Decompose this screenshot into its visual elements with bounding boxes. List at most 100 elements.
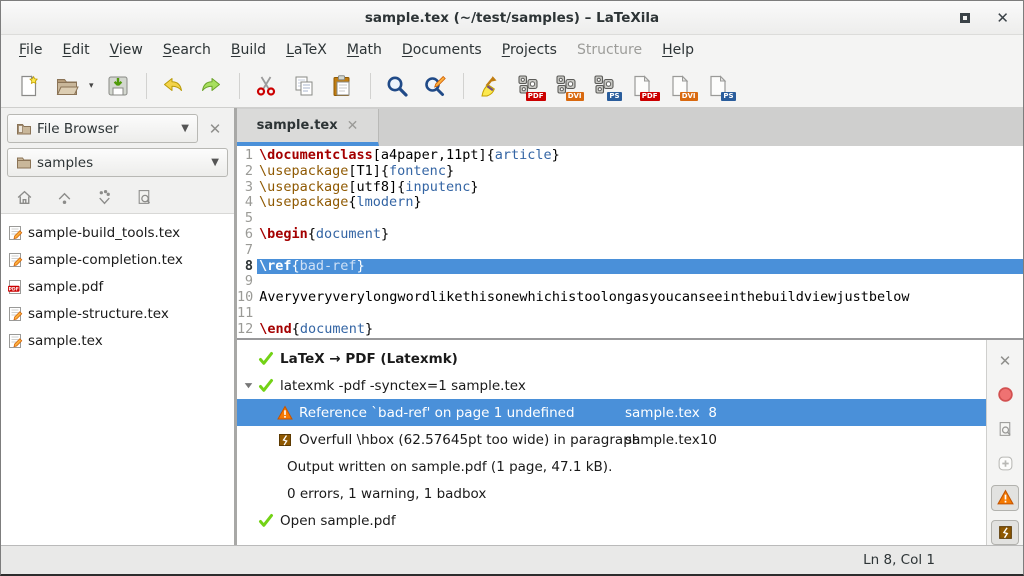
cut-button[interactable] — [248, 69, 284, 103]
menu-item-edit[interactable]: Edit — [52, 37, 99, 63]
code-line[interactable]: 7 — [237, 243, 1023, 259]
code-text: \usepackage[T1]{fontenc} — [257, 164, 1023, 180]
view-dvi-button[interactable]: DVI — [662, 69, 698, 103]
code-text — [257, 274, 1023, 290]
code-line[interactable]: 5 — [237, 211, 1023, 227]
build-message-row[interactable]: latexmk -pdf -synctex=1 sample.tex — [237, 372, 986, 399]
show-details-button[interactable] — [991, 417, 1019, 442]
build-message-text: latexmk -pdf -synctex=1 sample.tex — [280, 378, 526, 394]
build-message-row[interactable]: Overfull \hbox (62.57645pt too wide) in … — [237, 426, 986, 453]
code-line[interactable]: 9 — [237, 274, 1023, 290]
tex-file-icon — [7, 333, 23, 349]
file-browser-toolbar — [1, 181, 234, 213]
close-side-panel-button[interactable]: ✕ — [202, 116, 228, 142]
show-warnings-toggle[interactable] — [991, 485, 1019, 510]
code-line[interactable]: 8\ref{bad-ref} — [237, 259, 1023, 275]
cursor-position: Ln 8, Col 1 — [863, 552, 935, 568]
errors-icon — [997, 455, 1014, 472]
search-button[interactable] — [379, 69, 415, 103]
menubar: FileEditViewSearchBuildLaTeXMathDocument… — [1, 35, 1023, 65]
build-message-row[interactable]: Reference `bad-ref' on page 1 undefineds… — [237, 399, 986, 426]
file-name: sample-build_tools.tex — [28, 225, 180, 241]
build-message-row[interactable]: 0 errors, 1 warning, 1 badbox — [237, 480, 986, 507]
file-item[interactable]: sample-build_tools.tex — [1, 219, 234, 246]
menu-item-build[interactable]: Build — [221, 37, 276, 63]
code-line[interactable]: 12\end{document} — [237, 322, 1023, 338]
build-message-row[interactable]: Open sample.pdf — [237, 507, 986, 534]
view-pdf-badge: PDF — [640, 92, 660, 101]
expander-icon[interactable] — [243, 380, 258, 391]
build-latex-to-ps-button[interactable]: PS — [586, 69, 622, 103]
clean-build-files-button[interactable] — [472, 69, 508, 103]
code-text — [257, 306, 1023, 322]
code-line[interactable]: 2\usepackage[T1]{fontenc} — [237, 164, 1023, 180]
menu-item-documents[interactable]: Documents — [392, 37, 492, 63]
open-icon — [55, 74, 79, 98]
paste-button[interactable] — [324, 69, 360, 103]
code-line[interactable]: 10Averyveryverylongwordlikethisonewhichi… — [237, 290, 1023, 306]
maximize-icon[interactable] — [960, 13, 970, 23]
statusbar: Ln 8, Col 1 — [1, 545, 1023, 574]
code-text — [257, 243, 1023, 259]
build-latex-to-pdf-button[interactable]: PDF — [510, 69, 546, 103]
close-build-view-button[interactable]: ✕ — [991, 348, 1019, 373]
build-message-row[interactable]: LaTeX → PDF (Latexmk) — [237, 345, 986, 372]
show-badboxes-toggle[interactable] — [991, 520, 1019, 545]
build-latex-to-dvi-button[interactable]: DVI — [548, 69, 584, 103]
menu-item-file[interactable]: File — [9, 37, 52, 63]
check-icon — [258, 378, 275, 394]
code-text: \usepackage{lmodern} — [257, 195, 1023, 211]
open-dropdown-arrow[interactable]: ▾ — [89, 81, 94, 91]
undo-button[interactable] — [155, 69, 191, 103]
new-document-button[interactable] — [11, 69, 47, 103]
tab-sample-tex[interactable]: sample.tex ✕ — [237, 109, 379, 146]
view-pdf-button[interactable]: PDF — [624, 69, 660, 103]
menu-item-view[interactable]: View — [100, 37, 153, 63]
menu-item-structure: Structure — [567, 37, 652, 63]
close-window-icon[interactable]: ✕ — [996, 13, 1009, 23]
code-line[interactable]: 3\usepackage[utf8]{inputenc} — [237, 180, 1023, 196]
code-editor[interactable]: 1\documentclass[a4paper,11pt]{article}2\… — [237, 146, 1023, 338]
home-button[interactable] — [11, 185, 37, 209]
tex-file-icon — [7, 225, 23, 241]
line-number: 5 — [237, 211, 257, 227]
view-ps-button[interactable]: PS — [700, 69, 736, 103]
menu-item-search[interactable]: Search — [153, 37, 221, 63]
refresh-button[interactable] — [131, 185, 157, 209]
find-icon — [385, 74, 409, 98]
file-item[interactable]: PDFsample.pdf — [1, 273, 234, 300]
code-line[interactable]: 4\usepackage{lmodern} — [237, 195, 1023, 211]
build-message-text: LaTeX → PDF (Latexmk) — [280, 351, 458, 367]
show-errors-toggle[interactable] — [991, 451, 1019, 476]
file-item[interactable]: sample-completion.tex — [1, 246, 234, 273]
search-and-replace-button[interactable] — [417, 69, 453, 103]
directory-selector[interactable]: samples ▼ — [7, 148, 228, 177]
code-line[interactable]: 1\documentclass[a4paper,11pt]{article} — [237, 148, 1023, 164]
open-document-button[interactable] — [49, 69, 85, 103]
file-item[interactable]: sample-structure.tex — [1, 300, 234, 327]
menu-item-help[interactable]: Help — [652, 37, 704, 63]
active-document-directory-button[interactable] — [91, 185, 117, 209]
tab-close-icon[interactable]: ✕ — [347, 118, 359, 134]
new-icon — [17, 74, 41, 98]
copy-button[interactable] — [286, 69, 322, 103]
arrow-down-dots-icon — [96, 189, 113, 206]
parent-directory-button[interactable] — [51, 185, 77, 209]
code-text: Averyveryverylongwordlikethisonewhichist… — [257, 290, 1023, 306]
menu-item-math[interactable]: Math — [337, 37, 392, 63]
side-panel-selector[interactable]: File Browser ▼ — [7, 114, 198, 143]
line-number: 12 — [237, 322, 257, 338]
code-line[interactable]: 11 — [237, 306, 1023, 322]
log-details-icon — [997, 421, 1014, 438]
abort-button[interactable] — [991, 382, 1019, 407]
warning-icon — [997, 489, 1014, 506]
redo-button[interactable] — [193, 69, 229, 103]
build-latex-to-dvi-badge: DVI — [566, 92, 584, 101]
save-document-button[interactable] — [100, 69, 136, 103]
menu-item-latex[interactable]: LaTeX — [276, 37, 337, 63]
titlebar[interactable]: sample.tex (~/test/samples) – LaTeXila ✕ — [1, 1, 1023, 35]
file-item[interactable]: sample.tex — [1, 327, 234, 354]
menu-item-projects[interactable]: Projects — [492, 37, 567, 63]
build-message-row[interactable]: Output written on sample.pdf (1 page, 47… — [237, 453, 986, 480]
code-line[interactable]: 6\begin{document} — [237, 227, 1023, 243]
